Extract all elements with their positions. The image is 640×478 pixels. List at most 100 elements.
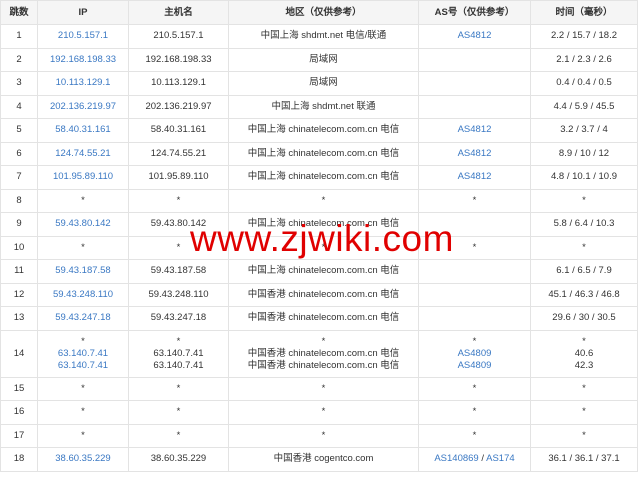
as-line: * (420, 430, 530, 442)
time-cell: * (530, 423, 638, 448)
as-separator: / (478, 453, 487, 465)
ip-address-link[interactable]: 202.136.219.97 (39, 101, 128, 113)
region-cell: 局域网 (228, 71, 419, 96)
ip-address-link[interactable]: 124.74.55.21 (39, 148, 128, 160)
as-cell: AS4812 (418, 165, 531, 190)
ip-cell: 101.95.89.110 (37, 165, 129, 190)
as-number-link[interactable]: AS4809 (458, 348, 492, 359)
ip-cell: * (37, 235, 129, 260)
time-text: 0.4 / 0.4 / 0.5 (556, 77, 612, 89)
as-line: * (420, 242, 530, 254)
hostname-text: 58.40.31.161 (150, 124, 207, 136)
hop-cell: 5 (0, 118, 38, 143)
time-cell: 3.2 / 3.7 / 4 (530, 118, 638, 143)
hostname-cell: 210.5.157.1 (128, 24, 229, 49)
hop-number: 8 (16, 194, 22, 206)
ip-address-link[interactable]: 63.140.7.41 (39, 360, 128, 372)
time-text: 45.1 / 46.3 / 46.8 (548, 288, 620, 300)
as-cell (418, 282, 531, 307)
ip-address-link[interactable]: 63.140.7.41 (39, 348, 128, 360)
as-cell (418, 306, 531, 331)
ip-address-link[interactable]: 101.95.89.110 (39, 171, 128, 183)
as-number-link[interactable]: AS140869 (434, 453, 478, 464)
hostname-text: * (176, 406, 181, 418)
ip-address-link[interactable]: 38.60.35.229 (39, 453, 128, 465)
as-cell: * (418, 376, 531, 401)
region-text: * (321, 241, 326, 253)
hostname-cell: 59.43.248.110 (128, 282, 229, 307)
as-cell (418, 47, 531, 72)
ip-address-link[interactable]: 59.43.247.18 (39, 312, 128, 324)
time-text: * (582, 194, 586, 206)
as-line: * (420, 382, 530, 395)
ip-address-link: * (81, 429, 85, 441)
header-hop: 跳数 (0, 0, 38, 25)
hostname-text: 63.140.7.41 (153, 359, 204, 371)
ip-address-link[interactable]: 59.43.248.110 (39, 289, 128, 301)
time-cell: 5.8 / 6.4 / 10.3 (530, 212, 638, 237)
time-cell: 4.8 / 10.1 / 10.9 (530, 165, 638, 190)
ip-address-link[interactable]: 10.113.129.1 (39, 77, 128, 89)
region-text: 中国上海 chinatelecom.com.cn 电信 (247, 218, 400, 230)
table-row: 16 * * * * * (0, 400, 638, 425)
time-text: 4.8 / 10.1 / 10.9 (550, 171, 618, 183)
hop-number: 10 (13, 241, 25, 253)
hop-cell: 14 (0, 329, 38, 378)
region-text: 中国香港 cogentco.com (273, 453, 374, 465)
hop-number: 15 (13, 382, 25, 394)
as-number-link[interactable]: AS174 (486, 453, 515, 464)
region-cell: 中国上海 chinatelecom.com.cn 电信 (228, 212, 419, 237)
table-row: 6 124.74.55.21 124.74.55.21 中国上海 chinatelec… (0, 141, 638, 166)
as-number-link: * (472, 406, 477, 418)
region-text: 局域网 (309, 77, 338, 89)
table-row: 15 * * * * * (0, 376, 638, 401)
time-cell: 4.4 / 5.9 / 45.5 (530, 94, 638, 119)
region-text: 中国上海 chinatelecom.com.cn 电信 (247, 171, 400, 183)
as-number-link: * (472, 382, 477, 394)
hop-cell: 16 (0, 400, 38, 425)
table-row: 11 59.43.187.58 59.43.187.58 中国上海 chinatele… (0, 259, 638, 284)
time-text: 2.2 / 15.7 / 18.2 (550, 30, 618, 42)
hostname-cell: * (128, 235, 229, 260)
hostname-text: 124.74.55.21 (150, 147, 207, 159)
hostname-text: 10.113.129.1 (151, 77, 206, 89)
hostname-cell: 59.43.247.18 (128, 306, 229, 331)
ip-address-link: * (81, 335, 85, 347)
hop-number: 16 (13, 406, 25, 418)
ip-address-link[interactable]: 210.5.157.1 (39, 30, 128, 42)
time-text: 36.1 / 36.1 / 37.1 (548, 453, 620, 465)
hop-number: 9 (16, 218, 22, 230)
hop-cell: 7 (0, 165, 38, 190)
time-text: * (582, 241, 586, 253)
as-line: AS4812 (420, 30, 530, 42)
hostname-cell: 59.43.80.142 (128, 212, 229, 237)
as-cell: * (418, 400, 531, 425)
table-row: 4 202.136.219.97 202.136.219.97 中国上海 shdmt.… (0, 94, 638, 119)
as-number-link[interactable]: AS4812 (458, 30, 492, 41)
as-number-link[interactable]: AS4812 (458, 148, 492, 159)
ip-address-link[interactable]: 59.43.187.58 (39, 265, 128, 277)
ip-cell: * (37, 188, 129, 213)
as-line (420, 77, 530, 89)
time-text: 3.2 / 3.7 / 4 (560, 124, 608, 136)
hostname-cell: 101.95.89.110 (128, 165, 229, 190)
as-cell: * AS4809 AS4809 (418, 329, 531, 378)
as-number-link[interactable]: AS4812 (458, 171, 492, 182)
as-number-link[interactable]: AS4812 (458, 124, 492, 135)
header-region: 地区（仅供参考） (228, 0, 419, 25)
as-number-link[interactable]: AS4809 (458, 360, 492, 371)
region-cell: * 中国香港 chinatelecom.com.cn 电信 中国香港 chinate… (228, 329, 419, 378)
ip-address-link[interactable]: 59.43.80.142 (39, 218, 128, 230)
time-text: 40.6 (574, 347, 594, 359)
hostname-text: 63.140.7.41 (153, 347, 204, 359)
ip-address-link[interactable]: 58.40.31.161 (39, 124, 128, 136)
time-cell: * (530, 235, 638, 260)
ip-cell: 124.74.55.21 (37, 141, 129, 166)
as-line: * (420, 336, 530, 348)
as-cell (418, 212, 531, 237)
hostname-text: 59.43.187.58 (150, 265, 207, 277)
hop-number: 5 (16, 124, 22, 136)
ip-cell: * 63.140.7.41 63.140.7.41 (37, 329, 129, 378)
ip-address-link[interactable]: 192.168.198.33 (39, 54, 128, 66)
hop-number: 7 (16, 171, 22, 183)
